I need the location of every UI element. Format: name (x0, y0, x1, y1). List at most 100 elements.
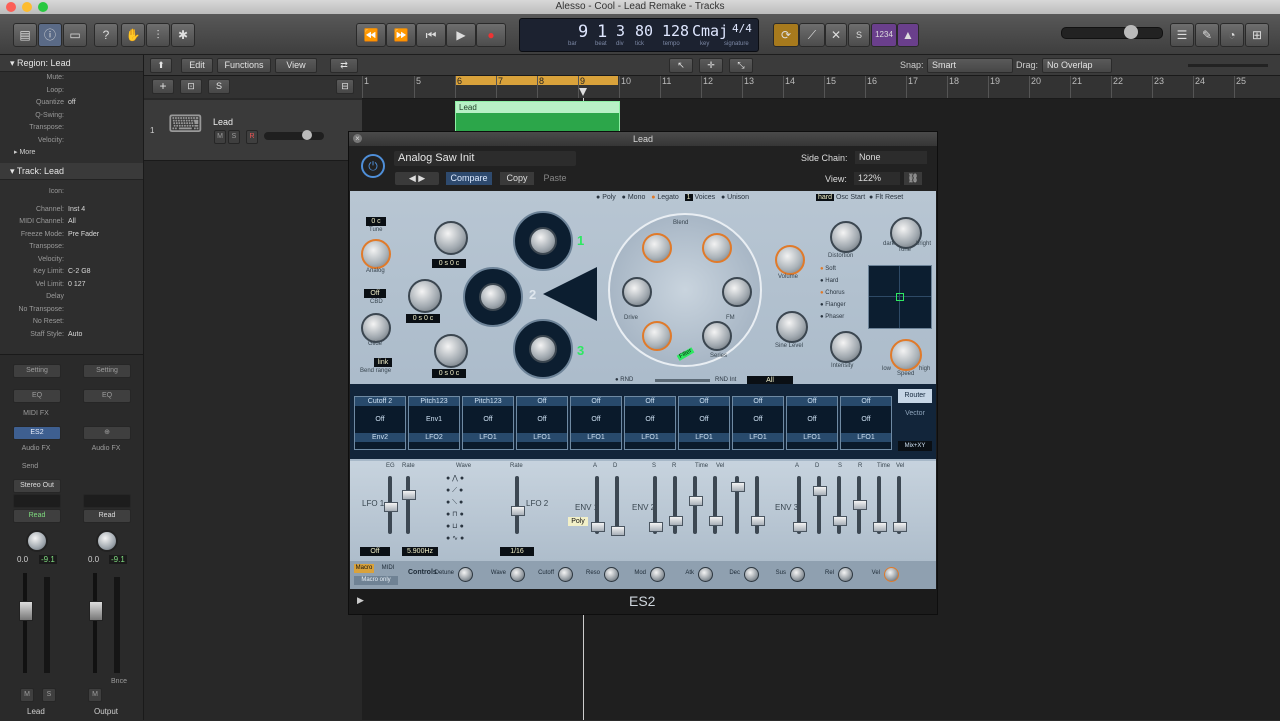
lfo1-eg-fader[interactable] (384, 476, 398, 534)
envelope-fader[interactable] (689, 476, 703, 534)
envelope-fader[interactable] (833, 476, 847, 534)
track-inspector-row[interactable]: No Reset: (0, 316, 143, 329)
legato-radio[interactable]: ● Legato (651, 194, 679, 201)
macro-knob[interactable] (510, 567, 525, 582)
region-inspector-row[interactable]: Velocity: (0, 135, 143, 148)
pointer-tool-icon[interactable]: ↖ (669, 58, 693, 73)
midi-region[interactable]: Lead (455, 101, 620, 133)
mod-via[interactable]: Off (625, 415, 675, 424)
mod-slot[interactable]: Off Off LFO1 (678, 396, 730, 450)
mod-slot[interactable]: Off Off LFO1 (570, 396, 622, 450)
soft-option[interactable]: ● Soft (820, 263, 846, 275)
envelope-fader[interactable] (611, 476, 625, 536)
envelope-fader-cap[interactable] (669, 516, 683, 526)
envelope-fader[interactable] (793, 476, 807, 534)
track-inspector-row[interactable]: Delay (0, 291, 143, 304)
track-record-button[interactable]: R (246, 130, 258, 144)
envelope-fader-cap[interactable] (813, 486, 827, 496)
lfo2-rate-fader[interactable] (511, 476, 525, 534)
track-inspector-row[interactable]: Vel Limit: 0 127 (0, 279, 143, 292)
speed-knob[interactable] (890, 339, 922, 371)
power-icon[interactable]: ⏻ (361, 154, 385, 178)
mod-source[interactable]: LFO1 (679, 433, 729, 442)
strip2-link-icon[interactable]: ⊕ (83, 426, 131, 440)
go-to-start-button[interactable]: ⏮ (416, 23, 446, 47)
strip1-send-label[interactable]: Send (13, 461, 47, 473)
track-solo-button[interactable]: S (228, 130, 240, 144)
mod-source[interactable]: LFO1 (787, 433, 837, 442)
loop-browser-button[interactable]: ◔ (1220, 23, 1244, 47)
envelope-fader[interactable] (813, 476, 827, 534)
lfo-wave-sawdown-icon[interactable]: ● ⟍ ● (446, 497, 480, 509)
track-header-lead[interactable]: 1 ⌨ Lead M S R (144, 100, 362, 161)
smart-controls-button[interactable]: ✋ (121, 23, 145, 47)
strip2-fader-cap[interactable] (89, 601, 103, 621)
strip1-automation-read[interactable]: Read (13, 509, 61, 523)
envelope-fader-cap[interactable] (689, 496, 703, 506)
envelope-fader[interactable] (873, 476, 887, 534)
osc2-frequency-knob[interactable] (408, 279, 442, 313)
track-mute-button[interactable]: M (214, 130, 226, 144)
pencil-tool-icon[interactable]: ✛ (699, 58, 723, 73)
chorus-option[interactable]: ● Chorus (820, 287, 846, 299)
envelope-fader-cap[interactable] (893, 522, 907, 532)
macro-knob[interactable] (650, 567, 665, 582)
strip1-group-slot[interactable] (13, 494, 61, 508)
inspector-button[interactable]: ⓘ (38, 23, 62, 47)
region-inspector-row[interactable]: Loop: (0, 85, 143, 98)
rnd-int-slider[interactable] (655, 379, 710, 382)
master-volume-knob[interactable] (1124, 25, 1138, 39)
track-volume-slider[interactable] (264, 130, 324, 140)
zoom-window-icon[interactable] (38, 2, 48, 12)
forward-button[interactable]: ⏩ (386, 23, 416, 47)
osc1-waveform-dial[interactable] (513, 211, 573, 271)
strip2-bounce-button[interactable]: Bnce (108, 676, 130, 688)
vector-xy-pad[interactable] (868, 265, 932, 329)
mod-source[interactable]: LFO1 (517, 433, 567, 442)
envelope-fader-cap[interactable] (793, 522, 807, 532)
track-volume-knob[interactable] (302, 130, 312, 140)
mod-source[interactable]: LFO1 (571, 433, 621, 442)
editors-button[interactable]: ✱ (171, 23, 195, 47)
play-button[interactable]: ▶ (446, 23, 476, 47)
hard-dist-option[interactable]: ● Hard (820, 275, 846, 287)
osc3-frequency-knob[interactable] (434, 334, 468, 368)
tuner-button[interactable]: ⟋ (799, 23, 825, 47)
lfo1-eg-fader-cap[interactable] (384, 502, 398, 512)
region-inspector-header[interactable]: ▾ Region: Lead (0, 55, 143, 72)
mod-target[interactable]: Off (517, 397, 567, 406)
mod-via[interactable]: Off (463, 415, 513, 424)
preset-nav-arrows[interactable]: ◀ ▶ (395, 172, 439, 185)
envelope-fader[interactable] (649, 476, 663, 534)
envelope-fader[interactable] (591, 476, 605, 534)
strip1-mute-button[interactable]: M (20, 688, 34, 702)
count-in-button[interactable]: 1234 (871, 23, 897, 47)
envelope-fader-cap[interactable] (709, 516, 723, 526)
mod-via[interactable]: Off (841, 415, 891, 424)
back-arrow-icon[interactable]: ⬆ (150, 58, 172, 73)
mod-slot[interactable]: Off Off LFO1 (624, 396, 676, 450)
quick-help-button[interactable]: ? (94, 23, 118, 47)
flanger-option[interactable]: ● Flanger (820, 299, 846, 311)
mod-source[interactable]: LFO1 (841, 433, 891, 442)
view-menu[interactable]: View (275, 58, 317, 73)
mod-target[interactable]: Off (679, 397, 729, 406)
catch-icon[interactable]: ⇄ (330, 58, 358, 73)
mod-via[interactable]: Off (733, 415, 783, 424)
mod-target[interactable]: Cutoff 2 (355, 397, 405, 406)
mod-target[interactable]: Off (571, 397, 621, 406)
track-inspector-row[interactable]: Channel: Inst 4 (0, 204, 143, 217)
voices-value[interactable]: 1 (684, 194, 693, 201)
playhead-icon[interactable] (579, 88, 587, 96)
flt-reset-toggle[interactable]: ● Flt Reset (869, 194, 903, 201)
osc1-frequency-knob[interactable] (434, 221, 468, 255)
track-inspector-row[interactable]: Icon: (0, 180, 143, 204)
tune-value[interactable]: 0 c (366, 217, 386, 226)
toolbar-button[interactable]: ▭ (63, 23, 87, 47)
mod-via[interactable]: Off (679, 415, 729, 424)
folder-icon[interactable]: ⊡ (180, 79, 202, 94)
strip2-pan-knob[interactable] (96, 530, 118, 552)
envelope-fader[interactable] (853, 476, 867, 534)
record-button[interactable]: ● (476, 23, 506, 47)
region-inspector-row[interactable]: Quantize off (0, 97, 143, 110)
